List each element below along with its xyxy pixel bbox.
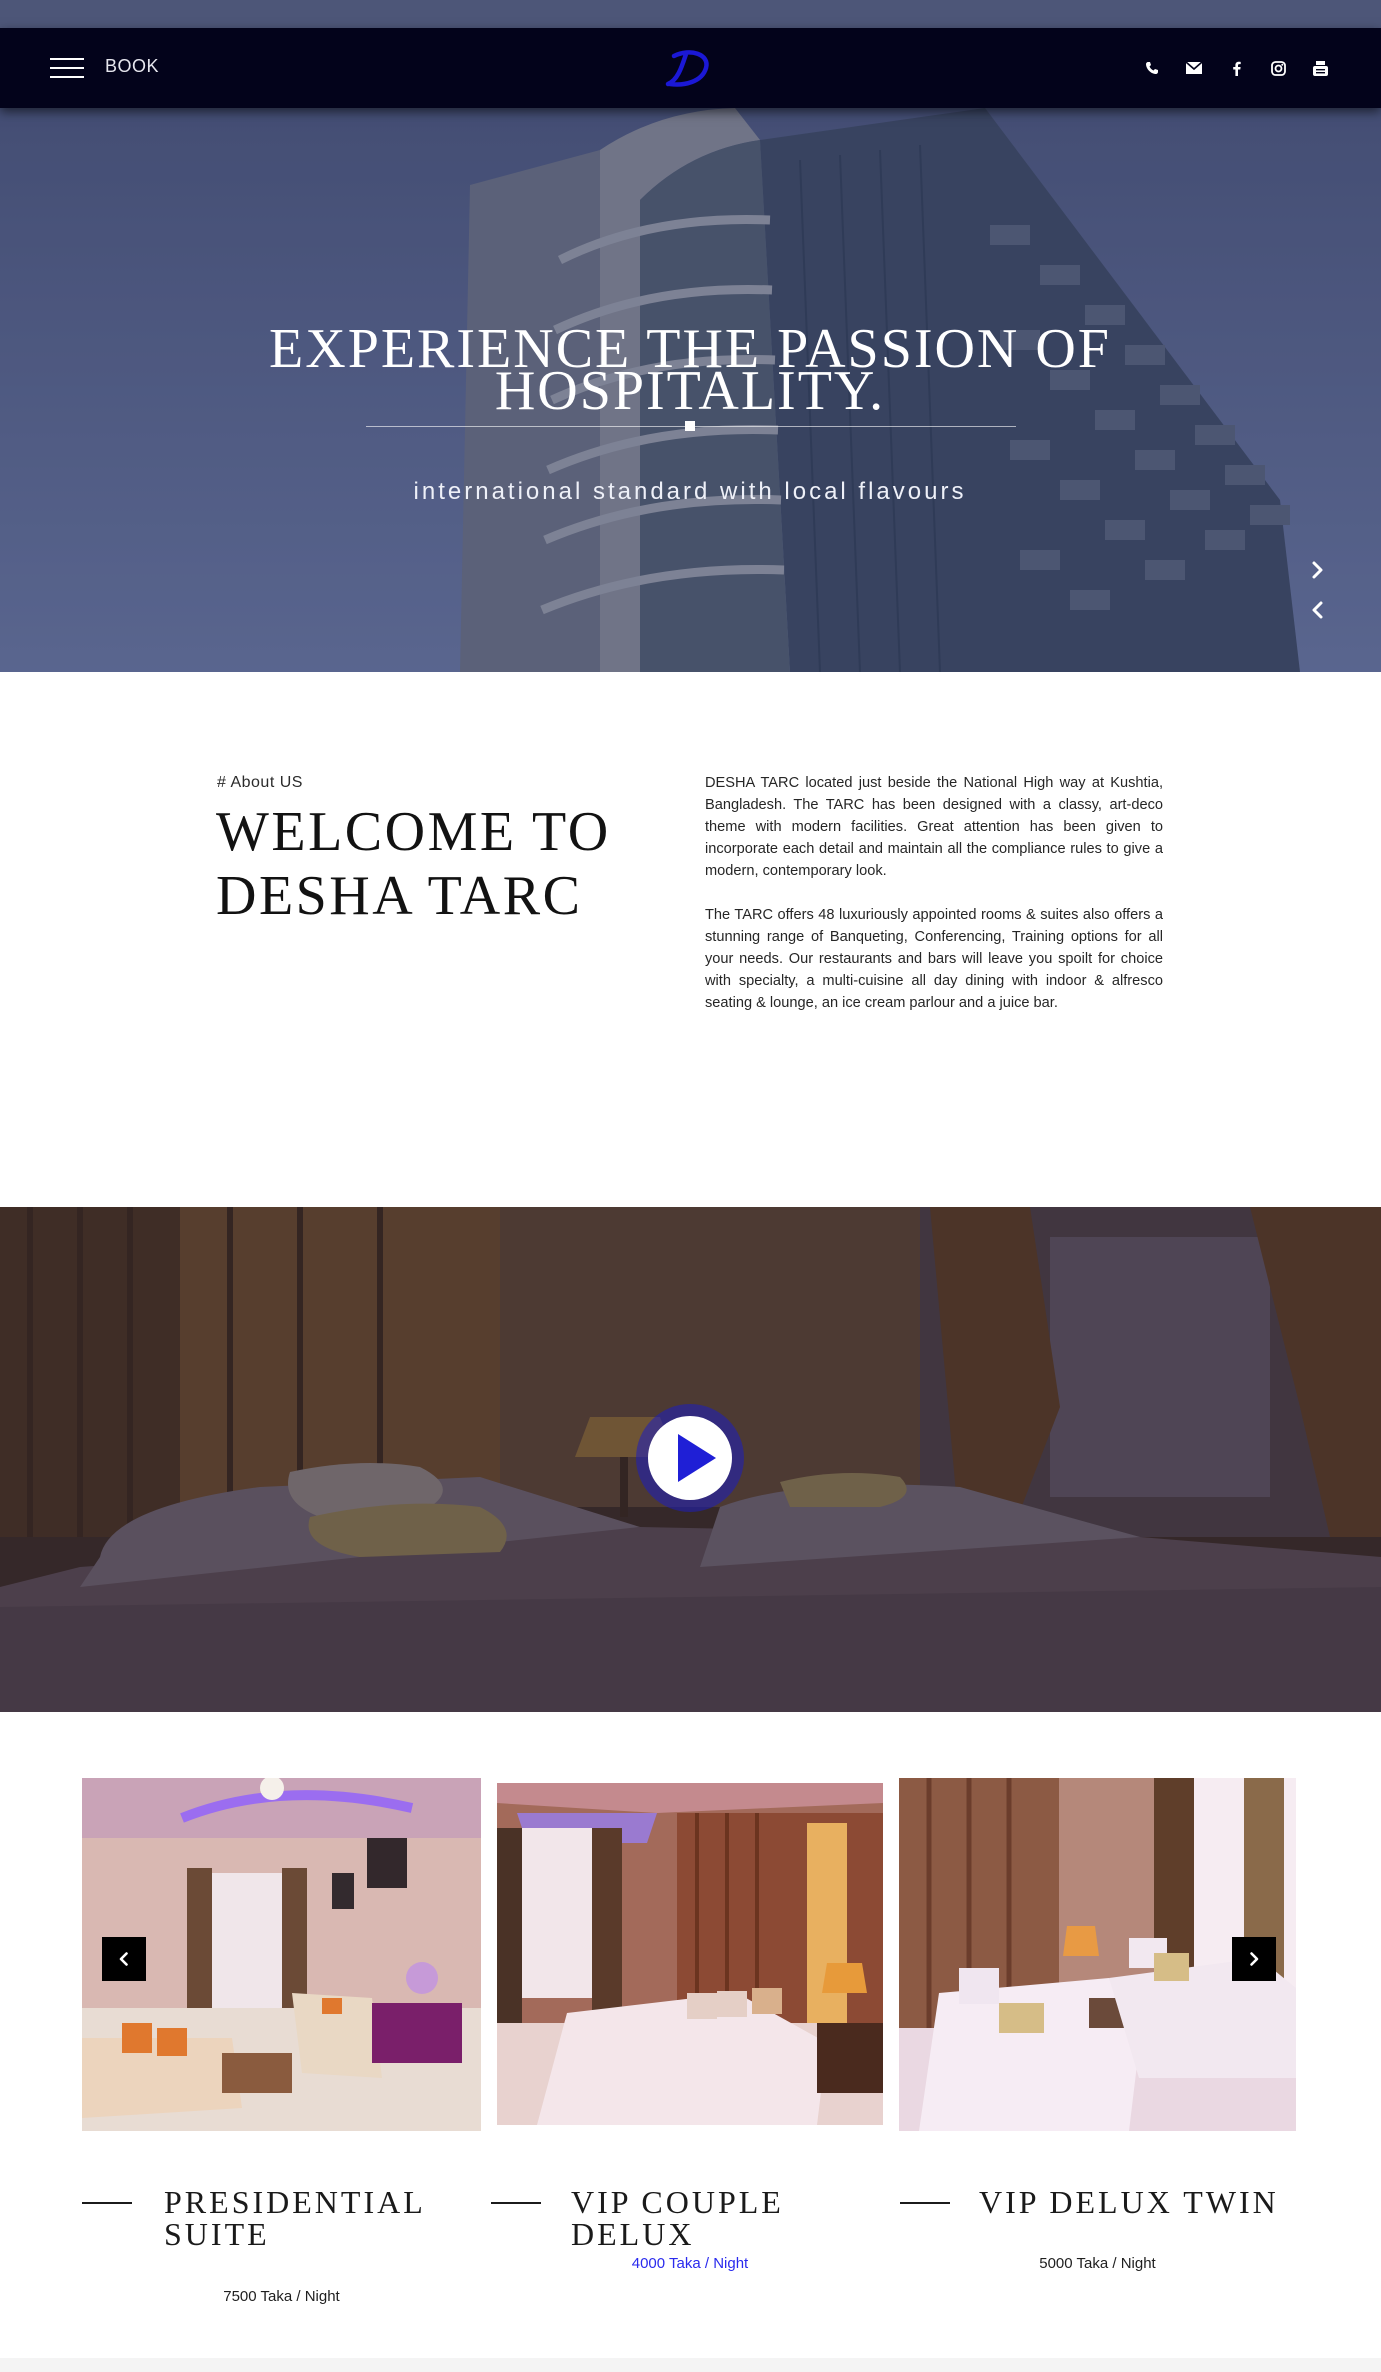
- hero-subtitle: international standard with local flavou…: [413, 478, 967, 505]
- slider-prev-chevron-icon[interactable]: [1306, 598, 1330, 622]
- video-play-button[interactable]: [634, 1402, 746, 1514]
- youtube-icon[interactable]: [1299, 56, 1341, 80]
- room-name-vip-couple-delux[interactable]: VIP COUPLE DELUX: [571, 2186, 911, 2250]
- about-paragraph-2: The TARC offers 48 luxuriously appointed…: [705, 907, 1163, 1011]
- room-name-line2: SUITE: [164, 2216, 270, 2252]
- hero-divider-dot: [685, 421, 695, 431]
- room-name-vip-delux-twin[interactable]: VIP DELUX TWIN: [979, 2186, 1299, 2218]
- room-name-line1: PRESIDENTIAL: [164, 2184, 426, 2220]
- instagram-icon[interactable]: [1257, 56, 1299, 80]
- room-title-rule: [82, 2202, 132, 2204]
- phone-icon[interactable]: [1131, 56, 1173, 80]
- about-eyebrow: # About US: [217, 774, 303, 791]
- envelope-icon[interactable]: [1173, 56, 1215, 80]
- rooms-carousel-prev-icon[interactable]: [102, 1937, 146, 1981]
- book-link[interactable]: BOOK: [105, 56, 159, 77]
- room-name-presidential-suite[interactable]: PRESIDENTIAL SUITE: [164, 2186, 444, 2250]
- rooms-carousel-next-icon[interactable]: [1232, 1937, 1276, 1981]
- social-links: [1131, 56, 1341, 80]
- logo[interactable]: [660, 44, 716, 92]
- top-strip: [0, 0, 1381, 28]
- room-price-presidential-suite: 7500 Taka / Night: [223, 2288, 340, 2305]
- about-title-line1: WELCOME TO: [216, 801, 611, 863]
- footer-band: [0, 2358, 1381, 2372]
- hero-title: EXPERIENCE THE PASSION OF HOSPITALITY.: [260, 321, 1120, 419]
- navbar: BOOK: [0, 28, 1381, 108]
- hamburger-menu-icon[interactable]: [50, 58, 84, 78]
- about-title-line2: DESHA TARC: [216, 865, 583, 927]
- about-paragraph-1: DESHA TARC located just beside the Natio…: [705, 775, 1163, 879]
- room-image-vip-couple-delux[interactable]: [497, 1783, 883, 2125]
- about-description: DESHA TARC located just beside the Natio…: [705, 772, 1163, 1036]
- facebook-icon[interactable]: [1215, 56, 1257, 80]
- room-title-rule: [900, 2202, 950, 2204]
- slider-next-chevron-icon[interactable]: [1306, 558, 1330, 582]
- room-price-vip-couple-delux: 4000 Taka / Night: [631, 2255, 749, 2272]
- room-price-vip-delux-twin: 5000 Taka / Night: [1039, 2255, 1156, 2272]
- room-title-rule: [491, 2202, 541, 2204]
- about-title: WELCOME TO DESHA TARC: [216, 800, 696, 928]
